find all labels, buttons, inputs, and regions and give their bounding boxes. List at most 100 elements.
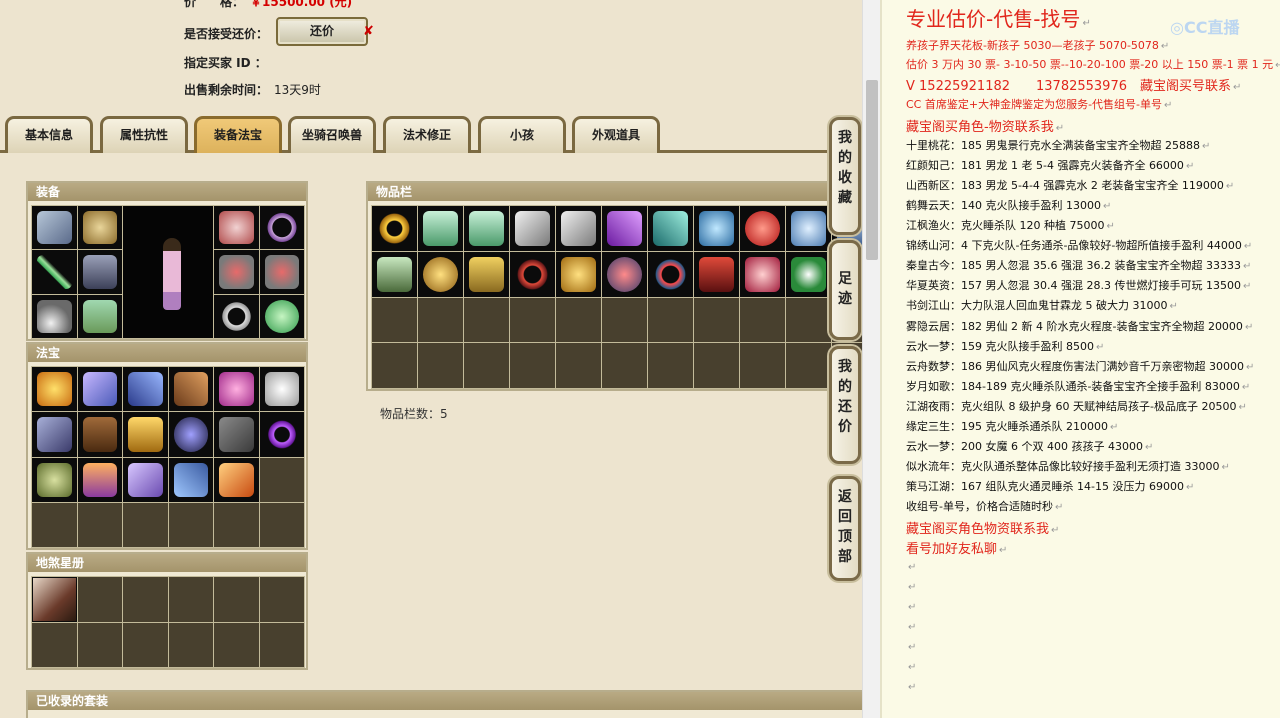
pagoda-icon[interactable] xyxy=(123,412,168,457)
return-mark: ↵ xyxy=(1242,281,1252,292)
page-scrollbar[interactable] xyxy=(862,0,880,718)
trade-detail-page: 价 格： ￥15500.00 (元) 是否接受还价： 还价 ✘ 指定买家 ID ：… xyxy=(0,0,865,718)
bell-icon[interactable] xyxy=(214,457,259,502)
note-line: 华夏英资：157 男人忽混 30.4 强混 28.3 传世燃灯接手可玩 1350… xyxy=(906,277,1251,293)
red-armor-icon[interactable] xyxy=(694,251,739,297)
axe-icon[interactable] xyxy=(510,206,555,251)
bargain-char: 价 xyxy=(838,419,852,435)
jade-robe-icon-2[interactable] xyxy=(464,206,509,251)
note-line: 云水一梦：159 克火队接手盈利 8500 ↵ xyxy=(906,338,1104,354)
wrist-icon[interactable] xyxy=(168,457,213,502)
price-value: ￥15500.00 (元) xyxy=(250,0,353,9)
cape-icon[interactable] xyxy=(464,251,509,297)
skull-helmet-icon[interactable] xyxy=(77,206,122,250)
lantern-icon[interactable] xyxy=(214,367,259,412)
glove-icon[interactable] xyxy=(77,457,122,502)
return-mark: ↵ xyxy=(1185,482,1195,493)
jade-robe-icon[interactable] xyxy=(418,206,463,251)
note-line-text: 缘定三生：195 克火睡杀通杀队 210000 xyxy=(906,420,1108,433)
ruby-belt-icon-2[interactable] xyxy=(259,250,304,294)
equipment-grid xyxy=(31,205,305,339)
tab-equipment-fabao[interactable]: 装备法宝 xyxy=(194,116,282,153)
collected-sets-panel: 已收录的套装 xyxy=(26,690,865,718)
note-line-text: 鹤舞云天：140 克火队接手盈利 13000 xyxy=(906,199,1101,212)
note-line: 江湖夜雨：克火组队 8 级护身 60 天赋神结局孩子-极品底子 20500 ↵ xyxy=(906,398,1247,414)
return-mark: ↵ xyxy=(1109,422,1119,433)
necklace-icon[interactable] xyxy=(259,206,304,250)
bargain-button[interactable]: 还价 xyxy=(276,17,368,46)
fav-char: 我 xyxy=(838,130,852,146)
necklace-red-icon[interactable] xyxy=(648,251,693,297)
fav-char: 的 xyxy=(838,150,852,166)
armor-icon[interactable] xyxy=(77,250,122,294)
note-line-text: 江湖夜雨：克火组队 8 级护身 60 天赋神结局孩子-极品底子 20500 xyxy=(906,400,1237,413)
pendant-icon[interactable] xyxy=(32,294,77,338)
jade-belt-icon[interactable] xyxy=(372,251,417,297)
axe-icon-2[interactable] xyxy=(556,206,601,251)
tab-attributes[interactable]: 属性抗性 xyxy=(100,116,188,153)
lute-icon[interactable] xyxy=(168,367,213,412)
cube-icon[interactable] xyxy=(32,457,77,502)
claw-icon[interactable] xyxy=(123,367,168,412)
note-line-text: 江枫渔火：克火睡杀队 120 种植 75000 xyxy=(906,219,1105,232)
return-mark: ↵ xyxy=(908,582,917,593)
empty-slot xyxy=(510,343,555,388)
note-line: 书剑江山：大力队混人回血鬼甘霖龙 5 破大力 31000 ↵ xyxy=(906,297,1178,313)
tab-spell-mods[interactable]: 法术修正 xyxy=(383,116,471,153)
return-mark: ↵ xyxy=(1144,442,1154,453)
fabao-title: 法宝 xyxy=(28,344,306,362)
ring-icon[interactable] xyxy=(214,294,259,338)
star-book-panel: 地煞星册 xyxy=(26,552,308,670)
close-icon[interactable]: ✘ xyxy=(363,24,374,39)
robe-icon[interactable] xyxy=(32,206,77,250)
empty-note-line: ↵ xyxy=(906,680,916,693)
back-to-top-button[interactable]: 返回顶部 xyxy=(829,476,861,581)
my-favorites-button[interactable]: 我的收藏 xyxy=(829,117,861,235)
purple-gem-icon[interactable] xyxy=(602,206,647,251)
boots-icon[interactable] xyxy=(77,294,122,338)
gold-ring-icon[interactable] xyxy=(372,206,417,251)
bargain-row: 是否接受还价： xyxy=(184,25,268,42)
shield-icon[interactable] xyxy=(77,412,122,457)
fan-icon[interactable] xyxy=(123,457,168,502)
sapphire-icon[interactable] xyxy=(786,206,831,251)
crimson-crown-icon[interactable] xyxy=(740,251,785,297)
gold-mask-icon[interactable] xyxy=(556,251,601,297)
green-box-icon[interactable] xyxy=(648,206,693,251)
blade-icon[interactable] xyxy=(32,412,77,457)
tab-children[interactable]: 小孩 xyxy=(478,116,566,153)
ring-gold-icon[interactable] xyxy=(418,251,463,297)
cloud-icon[interactable] xyxy=(259,367,304,412)
tab-basic-info[interactable]: 基本信息 xyxy=(5,116,93,153)
red-jewel-icon[interactable] xyxy=(740,206,785,251)
leaf-talisman-icon[interactable] xyxy=(786,251,831,297)
jade-orb-icon[interactable] xyxy=(259,294,304,338)
empty-slot xyxy=(556,343,601,388)
warrior-portrait-icon[interactable] xyxy=(32,577,77,622)
red-orb-icon[interactable] xyxy=(602,251,647,297)
notes-panel: 专业估价-代售-找号 ↵ 养孩子界天花板-新孩子 5030—老孩子 5070-50… xyxy=(880,0,1280,718)
note-line-text: 锦绣山河：4 下克火队-任务通杀-品像较好-物超所值接手盈利 44000 xyxy=(906,239,1242,252)
sword-icon[interactable] xyxy=(32,250,77,294)
whip-icon[interactable] xyxy=(259,412,304,457)
blue-orb-icon[interactable] xyxy=(694,206,739,251)
equipment-title: 装备 xyxy=(28,183,306,201)
vortex-icon[interactable] xyxy=(168,412,213,457)
footprint-button[interactable]: 足迹 xyxy=(829,240,861,340)
note-line-text: 十里桃花：185 男鬼景行克水全满装备宝宝齐全物超 25888 xyxy=(906,139,1200,152)
scroll-icon[interactable] xyxy=(77,367,122,412)
mask-icon[interactable] xyxy=(214,206,259,250)
book-icon[interactable] xyxy=(214,412,259,457)
bargain-char: 我 xyxy=(838,359,852,375)
scroll-thumb[interactable] xyxy=(866,80,878,260)
ruby-belt-icon[interactable] xyxy=(214,250,259,294)
tab-appearance[interactable]: 外观道具 xyxy=(572,116,660,153)
tab-mounts-pets[interactable]: 坐骑召唤兽 xyxy=(288,116,376,153)
return-mark: ↵ xyxy=(1055,123,1065,134)
return-mark: ↵ xyxy=(908,662,917,673)
note-line-text: 华夏英资：157 男人忽混 30.4 强混 28.3 传世燃灯接手可玩 1350… xyxy=(906,279,1241,292)
golden-crown-icon[interactable] xyxy=(32,367,77,412)
note-line: 鹤舞云天：140 克火队接手盈利 13000 ↵ xyxy=(906,197,1111,213)
red-ribbon-icon[interactable] xyxy=(510,251,555,297)
my-bargains-button[interactable]: 我的还价 xyxy=(829,346,861,464)
